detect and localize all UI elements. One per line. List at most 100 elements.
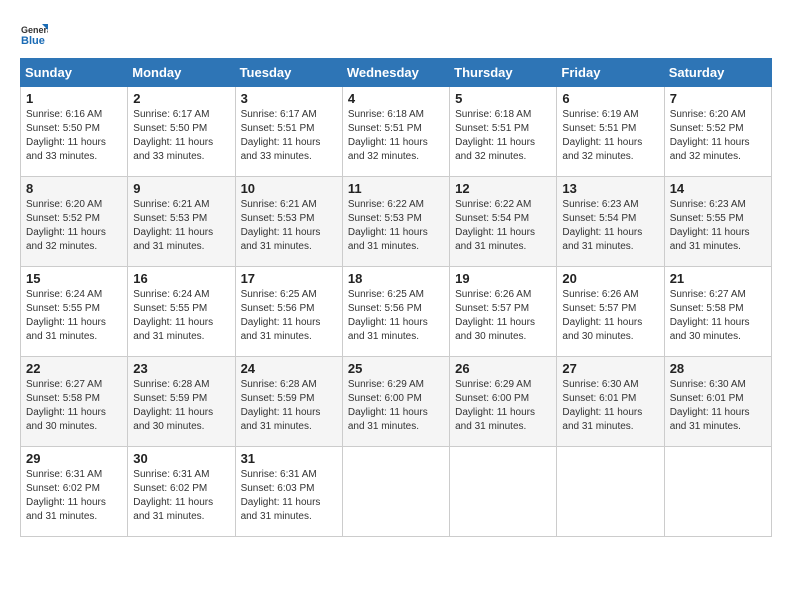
day-info: Sunrise: 6:18 AM Sunset: 5:51 PM Dayligh… bbox=[348, 108, 444, 164]
calendar-cell: 20 Sunrise: 6:26 AM Sunset: 5:57 PM Dayli… bbox=[557, 267, 664, 357]
calendar-cell: 11 Sunrise: 6:22 AM Sunset: 5:53 PM Dayli… bbox=[342, 177, 449, 267]
day-number: 10 bbox=[241, 181, 337, 196]
day-number: 28 bbox=[670, 361, 766, 376]
day-info: Sunrise: 6:24 AM Sunset: 5:55 PM Dayligh… bbox=[26, 288, 122, 344]
calendar-cell: 30 Sunrise: 6:31 AM Sunset: 6:02 PM Dayli… bbox=[128, 447, 235, 537]
day-number: 16 bbox=[133, 271, 229, 286]
day-header-saturday: Saturday bbox=[664, 59, 771, 87]
day-header-tuesday: Tuesday bbox=[235, 59, 342, 87]
day-number: 8 bbox=[26, 181, 122, 196]
svg-text:General: General bbox=[21, 25, 48, 35]
day-info: Sunrise: 6:22 AM Sunset: 5:54 PM Dayligh… bbox=[455, 198, 551, 254]
calendar-cell: 13 Sunrise: 6:23 AM Sunset: 5:54 PM Dayli… bbox=[557, 177, 664, 267]
day-info: Sunrise: 6:26 AM Sunset: 5:57 PM Dayligh… bbox=[562, 288, 658, 344]
calendar-cell: 4 Sunrise: 6:18 AM Sunset: 5:51 PM Daylig… bbox=[342, 87, 449, 177]
calendar-cell: 21 Sunrise: 6:27 AM Sunset: 5:58 PM Dayli… bbox=[664, 267, 771, 357]
calendar-cell: 24 Sunrise: 6:28 AM Sunset: 5:59 PM Dayli… bbox=[235, 357, 342, 447]
calendar-cell: 2Sunrise: 6:17 AM Sunset: 5:50 PM Daylig… bbox=[128, 87, 235, 177]
logo: General Blue bbox=[20, 20, 50, 48]
calendar-cell: 1 Sunrise: 6:16 AM Sunset: 5:50 PM Daylig… bbox=[21, 87, 128, 177]
svg-text:Blue: Blue bbox=[21, 35, 45, 47]
calendar-cell: 31 Sunrise: 6:31 AM Sunset: 6:03 PM Dayli… bbox=[235, 447, 342, 537]
day-info: Sunrise: 6:20 AM Sunset: 5:52 PM Dayligh… bbox=[26, 198, 122, 254]
calendar-cell bbox=[557, 447, 664, 537]
calendar-cell: 15 Sunrise: 6:24 AM Sunset: 5:55 PM Dayli… bbox=[21, 267, 128, 357]
calendar-cell: 10Sunrise: 6:21 AM Sunset: 5:53 PM Dayli… bbox=[235, 177, 342, 267]
calendar-cell: 7 Sunrise: 6:20 AM Sunset: 5:52 PM Daylig… bbox=[664, 87, 771, 177]
day-info: Sunrise: 6:26 AM Sunset: 5:57 PM Dayligh… bbox=[455, 288, 551, 344]
day-number: 29 bbox=[26, 451, 122, 466]
day-number: 6 bbox=[562, 91, 658, 106]
day-number: 19 bbox=[455, 271, 551, 286]
day-number: 23 bbox=[133, 361, 229, 376]
day-info: Sunrise: 6:27 AM Sunset: 5:58 PM Dayligh… bbox=[670, 288, 766, 344]
day-info: Sunrise: 6:31 AM Sunset: 6:03 PM Dayligh… bbox=[241, 468, 337, 524]
calendar-table: SundayMondayTuesdayWednesdayThursdayFrid… bbox=[20, 58, 772, 537]
day-number: 20 bbox=[562, 271, 658, 286]
day-info: Sunrise: 6:29 AM Sunset: 6:00 PM Dayligh… bbox=[455, 378, 551, 434]
calendar-cell: 14Sunrise: 6:23 AM Sunset: 5:55 PM Dayli… bbox=[664, 177, 771, 267]
calendar-cell: 23 Sunrise: 6:28 AM Sunset: 5:59 PM Dayli… bbox=[128, 357, 235, 447]
calendar-cell: 6 Sunrise: 6:19 AM Sunset: 5:51 PM Daylig… bbox=[557, 87, 664, 177]
day-header-monday: Monday bbox=[128, 59, 235, 87]
page-header: General Blue bbox=[20, 20, 772, 48]
day-number: 12 bbox=[455, 181, 551, 196]
day-info: Sunrise: 6:24 AM Sunset: 5:55 PM Dayligh… bbox=[133, 288, 229, 344]
day-info: Sunrise: 6:25 AM Sunset: 5:56 PM Dayligh… bbox=[241, 288, 337, 344]
day-number: 7 bbox=[670, 91, 766, 106]
day-number: 31 bbox=[241, 451, 337, 466]
day-info: Sunrise: 6:20 AM Sunset: 5:52 PM Dayligh… bbox=[670, 108, 766, 164]
day-number: 15 bbox=[26, 271, 122, 286]
calendar-cell bbox=[664, 447, 771, 537]
day-info: Sunrise: 6:31 AM Sunset: 6:02 PM Dayligh… bbox=[26, 468, 122, 524]
calendar-cell: 9 Sunrise: 6:21 AM Sunset: 5:53 PM Daylig… bbox=[128, 177, 235, 267]
day-number: 27 bbox=[562, 361, 658, 376]
calendar-body: 1 Sunrise: 6:16 AM Sunset: 5:50 PM Daylig… bbox=[21, 87, 772, 537]
day-number: 4 bbox=[348, 91, 444, 106]
day-info: Sunrise: 6:16 AM Sunset: 5:50 PM Dayligh… bbox=[26, 108, 122, 164]
day-info: Sunrise: 6:31 AM Sunset: 6:02 PM Dayligh… bbox=[133, 468, 229, 524]
day-info: Sunrise: 6:21 AM Sunset: 5:53 PM Dayligh… bbox=[133, 198, 229, 254]
day-number: 26 bbox=[455, 361, 551, 376]
day-number: 9 bbox=[133, 181, 229, 196]
calendar-cell: 5 Sunrise: 6:18 AM Sunset: 5:51 PM Daylig… bbox=[450, 87, 557, 177]
calendar-cell: 27Sunrise: 6:30 AM Sunset: 6:01 PM Dayli… bbox=[557, 357, 664, 447]
day-number: 5 bbox=[455, 91, 551, 106]
calendar-cell: 19 Sunrise: 6:26 AM Sunset: 5:57 PM Dayli… bbox=[450, 267, 557, 357]
day-header-wednesday: Wednesday bbox=[342, 59, 449, 87]
day-info: Sunrise: 6:19 AM Sunset: 5:51 PM Dayligh… bbox=[562, 108, 658, 164]
day-info: Sunrise: 6:29 AM Sunset: 6:00 PM Dayligh… bbox=[348, 378, 444, 434]
calendar-week-row: 1 Sunrise: 6:16 AM Sunset: 5:50 PM Daylig… bbox=[21, 87, 772, 177]
calendar-cell: 28Sunrise: 6:30 AM Sunset: 6:01 PM Dayli… bbox=[664, 357, 771, 447]
day-number: 25 bbox=[348, 361, 444, 376]
day-number: 24 bbox=[241, 361, 337, 376]
day-number: 1 bbox=[26, 91, 122, 106]
day-number: 21 bbox=[670, 271, 766, 286]
day-info: Sunrise: 6:17 AM Sunset: 5:51 PM Dayligh… bbox=[241, 108, 337, 164]
day-number: 14 bbox=[670, 181, 766, 196]
day-number: 3 bbox=[241, 91, 337, 106]
calendar-week-row: 29 Sunrise: 6:31 AM Sunset: 6:02 PM Dayli… bbox=[21, 447, 772, 537]
day-info: Sunrise: 6:22 AM Sunset: 5:53 PM Dayligh… bbox=[348, 198, 444, 254]
calendar-cell: 12 Sunrise: 6:22 AM Sunset: 5:54 PM Dayli… bbox=[450, 177, 557, 267]
day-info: Sunrise: 6:18 AM Sunset: 5:51 PM Dayligh… bbox=[455, 108, 551, 164]
calendar-cell: 29 Sunrise: 6:31 AM Sunset: 6:02 PM Dayli… bbox=[21, 447, 128, 537]
day-info: Sunrise: 6:28 AM Sunset: 5:59 PM Dayligh… bbox=[241, 378, 337, 434]
day-number: 13 bbox=[562, 181, 658, 196]
calendar-week-row: 22Sunrise: 6:27 AM Sunset: 5:58 PM Dayli… bbox=[21, 357, 772, 447]
calendar-cell: 18Sunrise: 6:25 AM Sunset: 5:56 PM Dayli… bbox=[342, 267, 449, 357]
day-number: 30 bbox=[133, 451, 229, 466]
day-info: Sunrise: 6:28 AM Sunset: 5:59 PM Dayligh… bbox=[133, 378, 229, 434]
day-header-sunday: Sunday bbox=[21, 59, 128, 87]
calendar-cell: 26 Sunrise: 6:29 AM Sunset: 6:00 PM Dayli… bbox=[450, 357, 557, 447]
calendar-cell: 3 Sunrise: 6:17 AM Sunset: 5:51 PM Daylig… bbox=[235, 87, 342, 177]
calendar-header-row: SundayMondayTuesdayWednesdayThursdayFrid… bbox=[21, 59, 772, 87]
day-info: Sunrise: 6:27 AM Sunset: 5:58 PM Dayligh… bbox=[26, 378, 122, 434]
day-info: Sunrise: 6:25 AM Sunset: 5:56 PM Dayligh… bbox=[348, 288, 444, 344]
day-info: Sunrise: 6:17 AM Sunset: 5:50 PM Dayligh… bbox=[133, 108, 229, 164]
day-number: 17 bbox=[241, 271, 337, 286]
calendar-week-row: 8 Sunrise: 6:20 AM Sunset: 5:52 PM Daylig… bbox=[21, 177, 772, 267]
day-header-friday: Friday bbox=[557, 59, 664, 87]
day-info: Sunrise: 6:23 AM Sunset: 5:54 PM Dayligh… bbox=[562, 198, 658, 254]
day-number: 11 bbox=[348, 181, 444, 196]
